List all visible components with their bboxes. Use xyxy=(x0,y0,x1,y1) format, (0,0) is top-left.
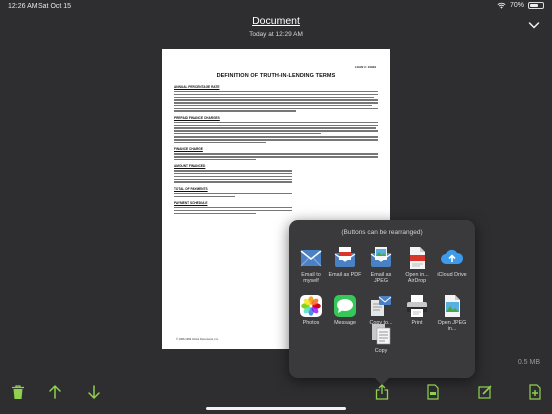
share-item-label: Message xyxy=(334,320,356,326)
share-open-in-airdrop[interactable]: Open in... AirDrop xyxy=(399,246,435,284)
text-lines xyxy=(174,121,378,144)
share-icon[interactable] xyxy=(374,384,390,400)
print-icon xyxy=(407,295,427,317)
title-area: Document Today at 12:29 AM xyxy=(0,11,552,38)
share-item-label: iCloud Drive xyxy=(437,272,467,278)
battery-percent: 70% xyxy=(509,2,524,9)
section-title: ANNUAL PERCENTAGE RATE xyxy=(174,85,220,89)
share-copy[interactable]: Copy xyxy=(363,322,399,354)
doc-section: FINANCE CHARGE xyxy=(174,147,378,161)
section-title: FINANCE CHARGE xyxy=(174,147,203,152)
wifi-icon xyxy=(497,2,506,9)
email-pdf-icon xyxy=(334,247,356,267)
doc-section: ANNUAL PERCENTAGE RATE xyxy=(174,85,378,112)
doc-section: PAYMENT SCHEDULE xyxy=(174,201,378,214)
status-indicators: 70% xyxy=(497,2,544,9)
section-title: AMOUNT FINANCED xyxy=(174,164,206,169)
share-message[interactable]: Message xyxy=(327,294,363,326)
trash-icon[interactable] xyxy=(10,384,26,400)
share-email-to-myself[interactable]: Email to myself xyxy=(293,246,329,284)
status-time: 12:26 AM xyxy=(8,3,38,10)
doc-section: TOTAL OF PAYMENTS xyxy=(174,187,378,197)
document-heading: DEFINITION OF TRUTH-IN-LENDING TERMS xyxy=(216,73,336,79)
battery-icon xyxy=(528,2,544,9)
status-date: Sat Oct 15 xyxy=(38,3,72,10)
share-item-label: Copy xyxy=(374,348,388,354)
share-open-jpeg-in[interactable]: Open JPEG in... xyxy=(434,294,470,332)
document-title[interactable]: Document xyxy=(252,15,300,27)
share-item-label: Email as JPEG xyxy=(370,272,392,285)
text-lines xyxy=(174,91,378,112)
email-icon xyxy=(300,250,322,267)
share-email-as-pdf[interactable]: Email as PDF xyxy=(327,246,363,278)
text-lines xyxy=(174,192,378,197)
text-lines xyxy=(174,206,378,214)
pdf-icon[interactable] xyxy=(425,384,441,400)
email-jpeg-icon xyxy=(370,247,392,267)
share-item-label: Print xyxy=(411,320,423,326)
icloud-icon xyxy=(441,249,464,264)
share-item-label: Photos xyxy=(302,320,320,326)
document-date: Today at 12:29 AM xyxy=(249,31,303,38)
pdf-file-icon xyxy=(410,247,425,269)
message-icon xyxy=(334,295,356,317)
section-title: PREPAID FINANCE CHARGES xyxy=(174,115,220,120)
share-popover: (Buttons can be rearranged) Email to mys… xyxy=(289,220,475,386)
share-icloud-drive[interactable]: iCloud Drive xyxy=(434,246,470,278)
photos-icon xyxy=(300,295,322,317)
home-indicator[interactable] xyxy=(206,407,346,410)
battery-fill xyxy=(530,4,539,7)
chevron-down-icon[interactable] xyxy=(528,20,540,30)
copy-icon xyxy=(372,324,391,345)
text-lines xyxy=(174,170,378,183)
copy-to-icon xyxy=(371,296,392,316)
arrow-down-icon[interactable] xyxy=(86,384,102,400)
share-photos[interactable]: Photos xyxy=(293,294,329,326)
section-title: TOTAL OF PAYMENTS xyxy=(174,186,208,191)
share-item-label: Open in... AirDrop xyxy=(405,272,429,285)
doc-section: AMOUNT FINANCED xyxy=(174,164,378,183)
file-size: 0.5 MB xyxy=(517,359,540,366)
share-item-label: Email as PDF xyxy=(328,272,362,278)
arrow-up-icon[interactable] xyxy=(47,384,63,400)
section-title: PAYMENT SCHEDULE xyxy=(174,200,208,205)
share-print[interactable]: Print xyxy=(399,294,435,326)
document-footer: © 1996-1999 Online Documents, Inc. xyxy=(176,338,219,341)
share-item-label: Open JPEG in... xyxy=(437,320,467,333)
share-header: (Buttons can be rearranged) xyxy=(341,229,423,236)
share-item-label: Email to myself xyxy=(301,272,321,285)
doc-section: PREPAID FINANCE CHARGES xyxy=(174,115,378,144)
add-page-icon[interactable] xyxy=(527,384,543,400)
jpeg-file-icon xyxy=(445,295,460,317)
share-email-as-jpeg[interactable]: Email as JPEG xyxy=(363,246,399,284)
loan-number: LOAN #: 10949 xyxy=(354,65,376,69)
text-lines xyxy=(174,153,378,161)
edit-icon[interactable] xyxy=(477,384,493,400)
